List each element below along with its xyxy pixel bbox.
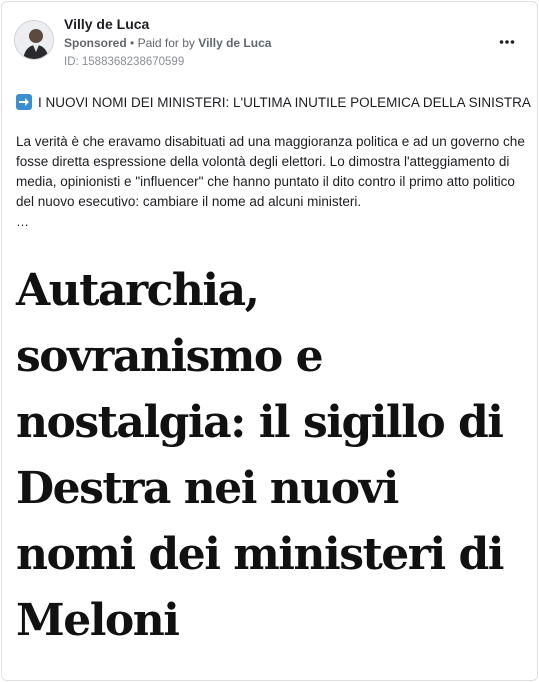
more-options-button[interactable]	[495, 32, 519, 52]
post-body-text: La verità è che eravamo disabituati ad u…	[16, 134, 525, 209]
ad-post-card: Villy de Luca Sponsored • Paid for by Vi…	[1, 1, 538, 681]
creative-line: Autarchia,	[16, 265, 260, 316]
creative-line: sovranismo e	[16, 331, 324, 382]
sponsored-label: Sponsored	[64, 36, 127, 50]
see-more-ellipsis[interactable]: …	[16, 214, 29, 229]
post-header: Villy de Luca Sponsored • Paid for by Vi…	[2, 2, 537, 74]
headline-text: I NUOVI NOMI DEI MINISTERI: L'ULTIMA INU…	[38, 95, 531, 110]
author-name[interactable]: Villy de Luca	[64, 16, 149, 32]
paid-for-name[interactable]: Villy de Luca	[198, 36, 271, 50]
creative-line: Destra nei nuovi	[16, 463, 399, 514]
creative-headline: Autarchia, sovranismo e nostalgia: il si…	[16, 258, 536, 654]
creative-line: Meloni	[16, 595, 180, 646]
ad-creative-image[interactable]: Autarchia, sovranismo e nostalgia: il si…	[2, 246, 537, 680]
creative-line: nomi dei ministeri di	[16, 529, 504, 580]
paid-for-prefix: Paid for by	[137, 36, 195, 50]
ad-id: ID: 1588368238670599	[64, 56, 185, 68]
sponsor-line: Sponsored • Paid for by Villy de Luca	[64, 36, 271, 50]
profile-photo-icon	[15, 21, 53, 59]
more-horizontal-icon	[499, 40, 515, 44]
separator-dot: •	[130, 36, 138, 50]
post-headline: I NUOVI NOMI DEI MINISTERI: L'ULTIMA INU…	[16, 94, 531, 110]
creative-line: nostalgia: il sigillo di	[16, 397, 504, 448]
avatar[interactable]	[14, 20, 54, 60]
right-arrow-emoji-icon	[16, 94, 32, 110]
